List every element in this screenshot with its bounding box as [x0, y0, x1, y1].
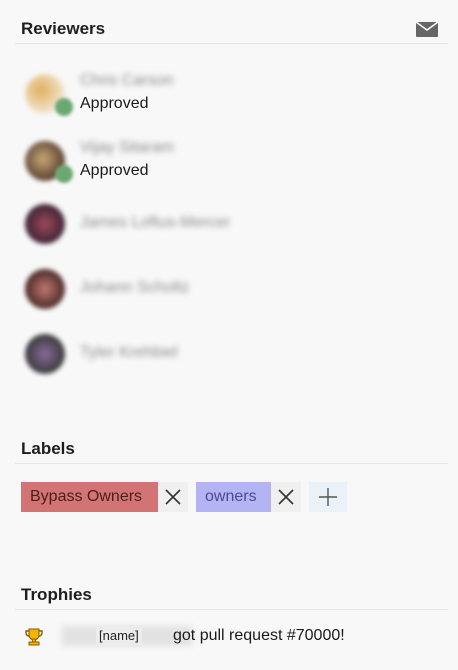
mail-icon[interactable] [415, 21, 439, 37]
reviewer-item[interactable]: Tyler Krehbiel [22, 328, 422, 378]
reviewer-status: Approved [80, 95, 149, 112]
approved-vote-icon [55, 98, 73, 116]
avatar [25, 334, 65, 374]
reviewer-item[interactable]: James Loftus-Mercer [22, 198, 422, 248]
reviewer-name: Vijay Sitaram [80, 139, 174, 156]
approved-vote-icon [55, 165, 73, 183]
reviewer-item[interactable]: Johann Scholtz [22, 263, 422, 313]
reviewers-header: Reviewers [15, 11, 448, 44]
labels-title: Labels [21, 439, 75, 458]
labels-header: Labels [15, 431, 448, 464]
reviewer-name: Tyler Krehbiel [80, 344, 178, 361]
trophy-item: [name] got pull request #70000! [24, 625, 444, 649]
reviewer-item[interactable]: Vijay Sitaram Approved [22, 135, 422, 185]
avatar [25, 204, 65, 244]
trophies-title: Trophies [21, 585, 92, 604]
trophy-text: got pull request #70000! [173, 627, 345, 644]
avatar [25, 269, 65, 309]
trophy-user-name: [name] [96, 625, 142, 647]
reviewer-status: Approved [80, 162, 149, 179]
trophies-header: Trophies [15, 577, 448, 610]
reviewer-name: James Loftus-Mercer [80, 214, 231, 231]
reviewers-title: Reviewers [21, 19, 106, 38]
trophy-icon [24, 627, 44, 647]
reviewer-name: Johann Scholtz [80, 279, 190, 296]
plus-icon[interactable] [309, 482, 347, 512]
close-icon[interactable] [158, 482, 188, 512]
label-owners[interactable]: owners [196, 482, 271, 512]
close-icon[interactable] [271, 482, 301, 512]
reviewer-name: Chris Carson [80, 72, 174, 89]
reviewer-item[interactable]: Chris Carson Approved [22, 68, 422, 118]
label-bypass-owners[interactable]: Bypass Owners [21, 482, 158, 512]
